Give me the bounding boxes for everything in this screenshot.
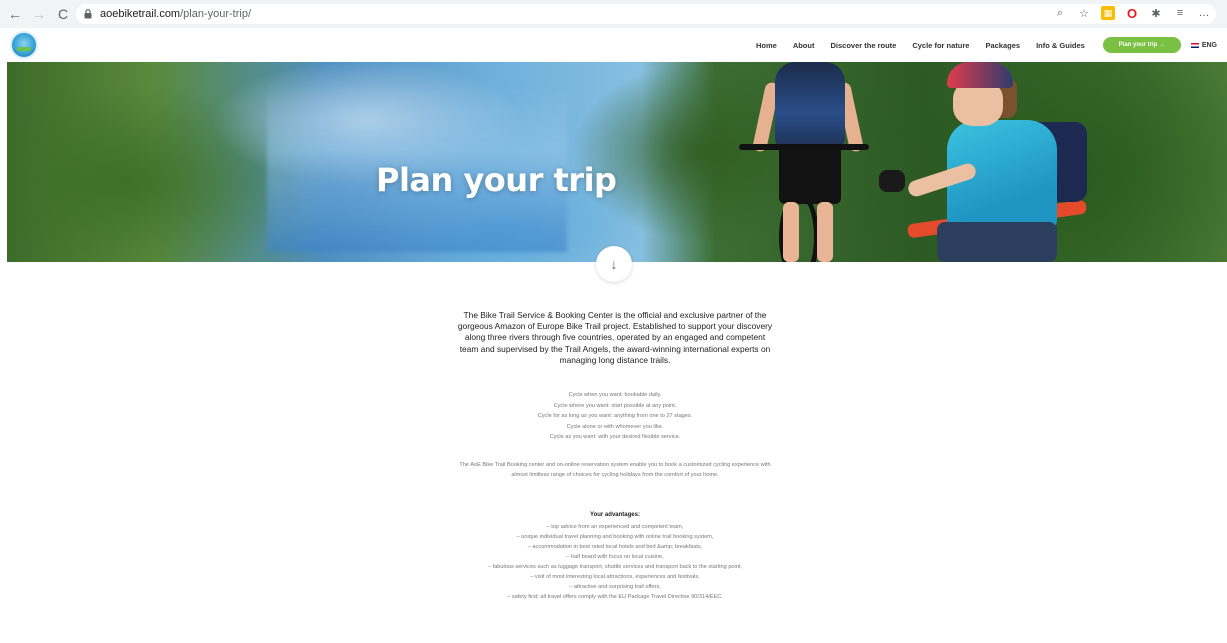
list-item: – attractive and surprising trail offers…: [569, 584, 661, 590]
lock-icon[interactable]: [84, 9, 94, 19]
cycle-line: Cycle alone or with whomever you like.: [566, 423, 664, 430]
nav-discover-route[interactable]: Discover the route: [830, 41, 896, 50]
url-text: aoebiketrail.com/plan-your-trip/: [100, 8, 252, 20]
main-nav: Home About Discover the route Cycle for …: [740, 28, 1217, 62]
list-item: – fabulous services such as luggage tran…: [487, 564, 743, 570]
site-logo[interactable]: [10, 31, 38, 59]
hero-banner: Plan your trip: [7, 62, 1227, 262]
advantages-list: – top advice from an experienced and com…: [455, 522, 775, 602]
puzzle-icon[interactable]: ✱: [1149, 6, 1163, 20]
back-arrow-icon[interactable]: ←: [6, 5, 24, 23]
extension-icon[interactable]: ▦: [1101, 6, 1115, 20]
cycle-list: Cycle when you want: bookable daily. Cyc…: [455, 390, 775, 443]
forward-arrow-icon[interactable]: →: [30, 5, 48, 23]
cycle-line: Cycle when you want: bookable daily.: [568, 392, 662, 398]
list-item: – visit of most interesting local attrac…: [530, 574, 700, 580]
intro-paragraph: The Bike Trail Service & Booking Center …: [457, 310, 773, 365]
reload-icon[interactable]: C: [54, 5, 72, 23]
list-item: – accommodation in best rated local hote…: [527, 544, 703, 550]
language-switcher[interactable]: ENG: [1190, 42, 1217, 49]
advantages-heading: Your advantages:: [590, 512, 640, 518]
nav-home[interactable]: Home: [756, 41, 777, 50]
bike-handlebar: [739, 144, 869, 150]
opera-icon[interactable]: O: [1125, 6, 1139, 21]
nav-info-guides[interactable]: Info & Guides: [1036, 41, 1085, 50]
nav-packages[interactable]: Packages: [985, 41, 1020, 50]
page-title: Plan your trip: [376, 161, 617, 199]
profile-icon[interactable]: …: [1197, 6, 1211, 20]
list-item: – unique individual travel planning and …: [516, 534, 714, 540]
list-item: – top advice from an experienced and com…: [546, 524, 684, 530]
list-item: – half board with focus on local cuisine…: [566, 554, 664, 560]
extension-icons: ⌕ ☆ ▦ O ✱ ≡ …: [1053, 6, 1211, 21]
reading-list-icon[interactable]: ≡: [1173, 6, 1187, 20]
cyclist-man: [751, 62, 865, 262]
browser-toolbar: ← → C aoebiketrail.com/plan-your-trip/ ⌕…: [0, 0, 1227, 28]
address-bar[interactable]: aoebiketrail.com/plan-your-trip/: [76, 4, 1216, 24]
arrow-down-icon[interactable]: ↓: [596, 246, 632, 282]
bookmark-star-icon[interactable]: ☆: [1077, 6, 1091, 20]
site-header: Home About Discover the route Cycle for …: [0, 28, 1227, 62]
booking-paragraph: The AoE Bike Trail Booking center and on…: [459, 462, 771, 478]
list-item: – safety first: all travel offers comply…: [507, 594, 723, 600]
cyclist-woman: [879, 62, 1107, 262]
cycle-line: Cycle for as long as you want: anything …: [537, 413, 693, 420]
nav-cycle-for-nature[interactable]: Cycle for nature: [912, 41, 969, 50]
cycle-line: Cycle where you want: start possible at …: [553, 402, 677, 409]
nav-about[interactable]: About: [793, 41, 815, 50]
plan-your-trip-button[interactable]: Plan your trip →: [1102, 37, 1181, 53]
zoom-icon[interactable]: ⌕: [1053, 6, 1067, 20]
uk-flag-icon: [1190, 42, 1199, 48]
cycle-line: Cycle as you want: with your desired fle…: [549, 434, 681, 441]
